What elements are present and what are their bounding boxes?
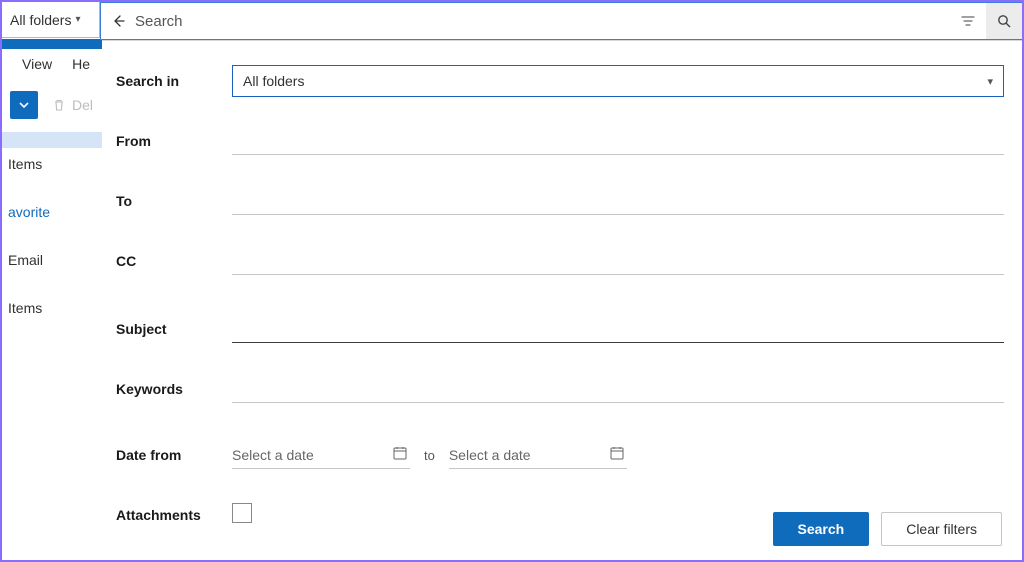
new-mail-split-chevron[interactable] (10, 91, 38, 119)
panel-actions: Search Clear filters (773, 512, 1003, 546)
menubar: View He (2, 56, 90, 84)
sidebar-item[interactable] (2, 180, 102, 196)
app-window: All folders ▾ View He Del Items avorite … (0, 0, 1024, 562)
to-input[interactable] (232, 187, 1004, 215)
row-search-in: Search in All folders ▾ (116, 59, 1004, 103)
sidebar-item[interactable]: Email (2, 244, 102, 276)
label-to: To (116, 193, 232, 209)
folder-sidebar: Items avorite Email Items (2, 132, 102, 324)
chevron-down-icon (18, 99, 30, 111)
label-from: From (116, 133, 232, 149)
search-in-value: All folders (243, 73, 304, 89)
row-keywords: Keywords (116, 367, 1004, 411)
menu-view[interactable]: View (22, 56, 52, 84)
advanced-search-panel: Search in All folders ▾ From To CC Subje… (102, 40, 1022, 560)
date-to-input[interactable] (449, 441, 627, 469)
sidebar-item[interactable] (2, 276, 102, 292)
back-button[interactable] (101, 13, 135, 29)
attachments-checkbox[interactable] (232, 503, 252, 523)
date-from-field[interactable] (232, 441, 410, 469)
chevron-down-icon: ▾ (75, 14, 80, 25)
search-bar (100, 2, 1022, 40)
menu-help[interactable]: He (72, 56, 90, 84)
label-search-in: Search in (116, 73, 232, 89)
search-scope-label: All folders (10, 12, 71, 28)
date-from-input[interactable] (232, 441, 410, 469)
label-subject: Subject (116, 321, 232, 337)
toolbar: Del (2, 88, 93, 122)
search-button[interactable]: Search (773, 512, 870, 546)
keywords-input[interactable] (232, 375, 1004, 403)
date-to-field[interactable] (449, 441, 627, 469)
filter-icon (960, 13, 976, 29)
sidebar-item[interactable] (2, 228, 102, 244)
row-from: From (116, 119, 1004, 163)
search-icon (996, 13, 1012, 29)
delete-button[interactable]: Del (42, 97, 93, 113)
label-date-from: Date from (116, 447, 232, 463)
chevron-down-icon: ▾ (987, 75, 993, 88)
calendar-icon (609, 445, 625, 461)
trash-icon (52, 98, 66, 112)
date-to-word: to (424, 448, 435, 463)
subject-input[interactable] (232, 315, 1004, 343)
row-subject: Subject (116, 307, 1004, 351)
from-input[interactable] (232, 127, 1004, 155)
filter-button[interactable] (950, 3, 986, 39)
sidebar-item-favorite[interactable]: avorite (2, 196, 102, 228)
arrow-left-icon (110, 13, 126, 29)
row-date: Date from to (116, 433, 1004, 477)
label-attachments: Attachments (116, 507, 232, 523)
delete-label: Del (72, 97, 93, 113)
search-input[interactable] (135, 13, 950, 30)
sidebar-item[interactable] (2, 132, 102, 148)
row-to: To (116, 179, 1004, 223)
cc-input[interactable] (232, 247, 1004, 275)
label-cc: CC (116, 253, 232, 269)
search-scope-dropdown[interactable]: All folders ▾ (2, 2, 100, 38)
sidebar-item[interactable]: Items (2, 148, 102, 180)
calendar-icon (392, 445, 408, 461)
ribbon-accent (2, 39, 102, 49)
sidebar-item[interactable]: Items (2, 292, 102, 324)
clear-filters-button[interactable]: Clear filters (881, 512, 1002, 546)
search-in-dropdown[interactable]: All folders ▾ (232, 65, 1004, 97)
row-cc: CC (116, 239, 1004, 283)
search-button[interactable] (986, 3, 1022, 39)
label-keywords: Keywords (116, 381, 232, 397)
